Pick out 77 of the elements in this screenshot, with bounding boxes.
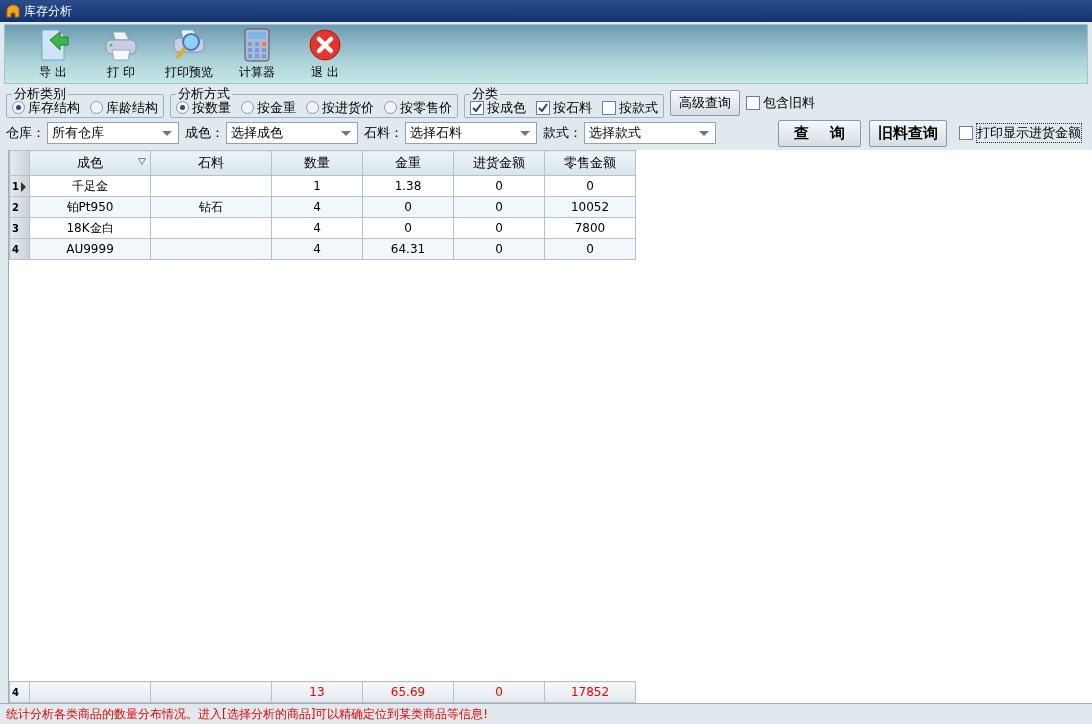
print-preview-icon [171,28,207,62]
total-cell: 13 [271,681,363,703]
caret-icon [162,130,172,136]
option-label[interactable]: 按金重 [257,98,296,117]
field-label: 石料： [364,124,403,142]
toolbar-button[interactable]: 导 出 [19,28,87,81]
row-header: 4 [9,681,30,703]
total-cell: 0 [453,681,545,703]
row-header[interactable]: 3 [9,217,30,239]
corner-cell [9,150,30,176]
toolbar-button[interactable]: 打 印 [87,30,155,81]
field-label: 款式： [543,124,582,142]
field-label: 仓库： [6,124,45,142]
table-cell: 0 [544,175,636,197]
table-cell: 7800 [544,217,636,239]
caret-icon [520,130,530,136]
status-message: 统计分析各类商品的数量分布情况。进入[选择分析的商品]可以精确定位到某类商品等信息! [0,703,1092,724]
table-cell: 0 [453,217,545,239]
radio-button[interactable] [384,101,397,114]
table-cell: 1.38 [362,175,454,197]
option-label[interactable]: 包含旧料 [763,94,815,112]
table-cell: 0 [453,175,545,197]
dropdown[interactable]: 选择成色 [226,122,358,144]
advanced-query-button[interactable]: 高级查询 [670,90,740,116]
filter-icon [138,158,146,165]
row-header[interactable]: 2 [9,196,30,218]
old-query-button[interactable]: 旧料查询 [869,119,947,147]
radio-button[interactable] [241,101,254,114]
row-header[interactable]: 4 [9,238,30,260]
group-label: 分类 [471,88,498,100]
radio-button[interactable] [12,101,25,114]
option-label[interactable]: 库龄结构 [106,98,158,117]
column-header[interactable]: 数量 [271,150,363,176]
toolbar-button[interactable]: 计算器 [223,28,291,81]
column-header[interactable]: 零售金额 [544,150,636,176]
field-label: 成色： [185,124,224,142]
radio-button[interactable] [176,101,189,114]
option-label[interactable]: 按进货价 [322,98,374,117]
caret-icon [699,130,709,136]
table-cell: 0 [362,217,454,239]
option-label[interactable]: 按石料 [553,98,592,117]
column-header[interactable]: 成色 [29,150,151,176]
option-label[interactable]: 按零售价 [400,98,452,117]
option-label[interactable]: 按款式 [619,98,658,117]
option-label[interactable]: 按成色 [487,98,526,117]
column-header[interactable]: 石料 [150,150,272,176]
table-cell: 1 [271,175,363,197]
group-label: 分析方式 [177,88,231,100]
column-header[interactable]: 金重 [362,150,454,176]
checkbox[interactable] [536,100,550,115]
group-label: 分析类别 [13,88,66,100]
total-cell: 17852 [544,681,636,703]
radio-button[interactable] [90,101,103,114]
table-cell: 4 [271,217,363,239]
caret-icon [341,130,351,136]
dropdown[interactable]: 选择石料 [405,122,537,144]
radio-button[interactable] [306,101,319,114]
close-icon [308,28,342,62]
app-icon [6,4,20,18]
calculator-icon [244,28,270,62]
dropdown[interactable]: 所有仓库 [47,122,179,144]
checkbox[interactable] [959,126,973,140]
column-header[interactable]: 进货金额 [453,150,545,176]
table-cell: 千足金 [29,175,151,197]
printer-icon [103,30,139,62]
checkbox[interactable] [746,96,760,110]
checkbox[interactable] [602,100,616,115]
row-header[interactable]: 1 [9,175,30,197]
option-label[interactable]: 打印显示进货金额 [976,123,1082,143]
toolbar-button[interactable]: 打印预览 [155,28,223,81]
query-button[interactable]: 查 询 [778,119,861,147]
table-cell: 18K金白 [29,217,151,239]
checkbox[interactable] [470,100,484,115]
dropdown[interactable]: 选择款式 [584,122,716,144]
toolbar-button[interactable]: 退 出 [291,28,359,81]
window-title: 库存分析 [24,2,72,20]
total-cell: 65.69 [362,681,454,703]
